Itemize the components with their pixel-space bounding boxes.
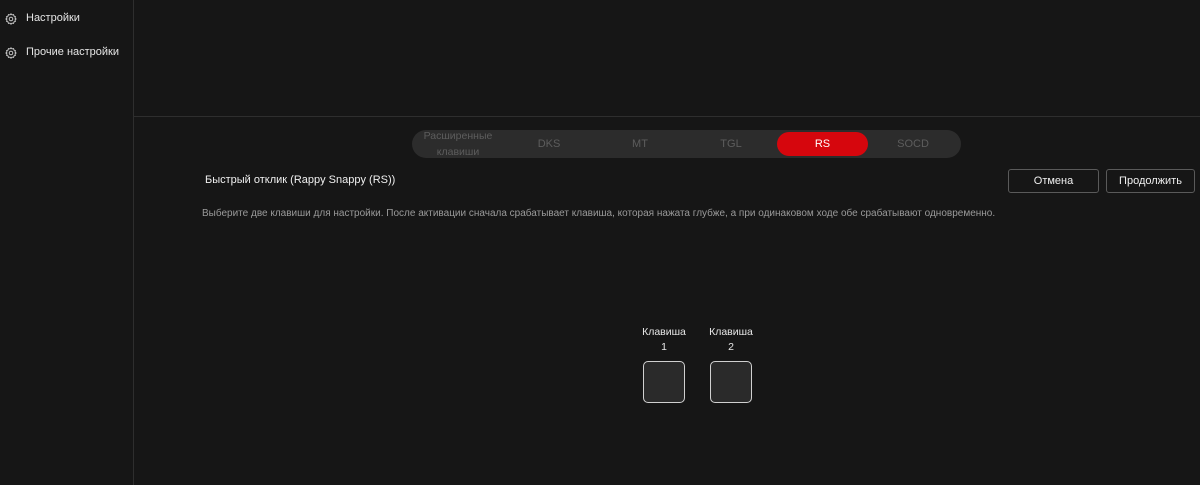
tab-label: TGL [720,138,742,150]
section-title: Быстрый отклик (Rappy Snappy (RS)) [205,174,396,186]
key-select-box-1[interactable] [643,361,685,403]
sidebar-item-other-settings[interactable]: Прочие настройки [0,41,133,63]
key-label-line2: 1 [661,341,667,353]
top-panel [134,0,1200,117]
tab-label: MT [632,138,648,150]
tab-dks[interactable]: DKS [504,130,594,158]
key-select-box-2[interactable] [710,361,752,403]
tab-label: DKS [537,138,561,150]
sidebar: Настройки Прочие настройки [0,0,134,485]
key-label-line1: Клавиша [709,326,753,338]
key-label-line1: Клавиша [642,326,686,338]
tab-socd[interactable]: SOCD [868,130,958,158]
gear-icon [5,12,17,25]
sidebar-item-label: Прочие настройки [26,46,120,58]
tab-rs[interactable]: RS [777,132,868,156]
gear-icon [5,46,17,59]
tab-tgl[interactable]: TGL [686,130,776,158]
sidebar-item-settings[interactable]: Настройки [0,7,133,29]
sidebar-item-label: Настройки [26,12,80,24]
key-slot-2: Клавиша 2 [706,325,756,403]
tab-label: RS [814,138,831,150]
continue-button[interactable]: Продолжить [1106,169,1195,193]
tab-label: Расширенные клавиши [423,130,493,158]
tab-advanced-keys[interactable]: Расширенные клавиши [414,130,502,158]
app-window: Настройки Прочие настройки Расширенные к… [0,0,1200,485]
key-label-line2: 2 [728,341,734,353]
cancel-button[interactable]: Отмена [1008,169,1099,193]
section-description: Выберите две клавиши для настройки. Посл… [202,208,996,219]
mode-tab-bar: Расширенные клавиши DKS MT TGL RS SOCD [412,130,961,158]
tab-label: SOCD [897,138,929,150]
key-slot-1: Клавиша 1 [639,325,689,403]
tab-mt[interactable]: MT [595,130,685,158]
